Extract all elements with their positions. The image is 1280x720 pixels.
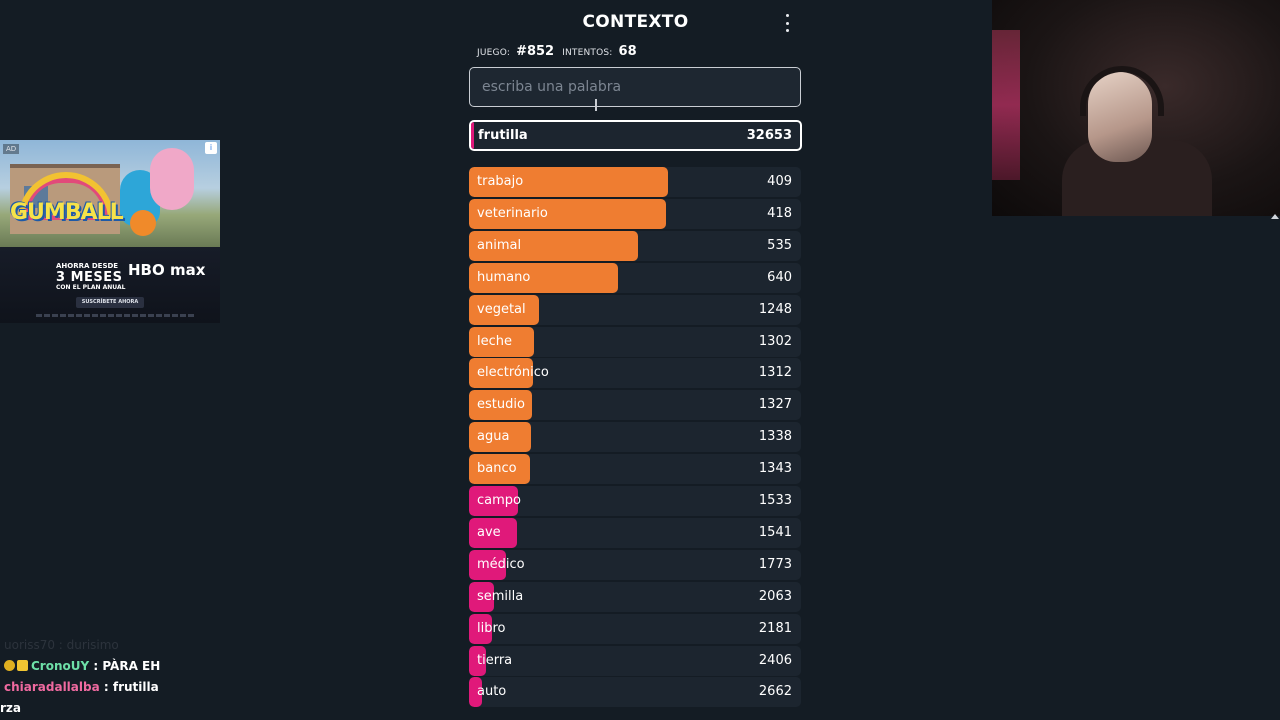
game-number-value: #852	[516, 44, 555, 59]
attempts-value: 68	[618, 44, 637, 59]
guess-word: electrónico	[477, 365, 549, 380]
guess-row: vegetal 1248	[469, 295, 801, 325]
ad-character-darwin	[130, 210, 156, 236]
guess-word: humano	[477, 270, 531, 285]
ad-promo-line3: CON EL PLAN ANUAL	[56, 284, 126, 291]
guess-word: campo	[477, 493, 521, 508]
guess-word: vegetal	[477, 302, 526, 317]
attempts-label: INTENTOS:	[562, 48, 613, 58]
guess-distance: 1533	[758, 493, 792, 508]
game-number-label: JUEGO:	[477, 48, 511, 58]
chat-text: frutilla	[112, 680, 159, 694]
guess-word: veterinario	[477, 206, 548, 221]
guess-distance: 1541	[758, 525, 792, 540]
chat-badge-icon	[4, 660, 15, 671]
webcam-background-light	[992, 30, 1020, 180]
text-cursor-icon	[595, 99, 597, 111]
guess-word: estudio	[477, 397, 525, 412]
chat-message: chiaradallalba : frutilla	[4, 680, 159, 694]
guess-row: banco 1343	[469, 454, 801, 484]
guess-word: libro	[477, 621, 506, 636]
guess-word: banco	[477, 461, 517, 476]
ad-badge: AD	[3, 144, 20, 154]
game-panel: CONTEXTO JUEGO: #852 INTENTOS: 68 frutil…	[469, 0, 802, 720]
scrollbar-up-arrow-icon[interactable]	[1271, 214, 1279, 219]
guess-distance: 1312	[758, 365, 792, 380]
guess-distance: 535	[767, 238, 792, 253]
guess-distance: 1327	[758, 397, 792, 412]
page-title: CONTEXTO	[582, 12, 689, 32]
current-guess-row: frutilla 32653	[469, 120, 802, 151]
guess-row: animal 535	[469, 231, 801, 261]
guess-row: trabajo 409	[469, 167, 801, 197]
guess-row: leche 1302	[469, 327, 801, 357]
chat-message-partial: rza	[0, 701, 21, 715]
guess-distance: 1248	[758, 302, 792, 317]
guess-row: ave 1541	[469, 518, 801, 548]
guess-row: campo 1533	[469, 486, 801, 516]
guess-distance: 640	[767, 270, 792, 285]
guess-word: semilla	[477, 589, 524, 604]
guess-row: auto 2662	[469, 677, 801, 707]
ad-show-logo: GUMBALL	[10, 200, 124, 225]
headset-icon	[1080, 66, 1164, 116]
ad-promo-line2: 3 MESES	[56, 270, 123, 285]
ad-banner[interactable]: GUMBALL AD i AHORRA DESDE 3 MESES CON EL…	[0, 140, 220, 323]
guess-word: trabajo	[477, 174, 524, 189]
ad-brand-logo: HBO max	[128, 261, 206, 279]
guess-row: humano 640	[469, 263, 801, 293]
guess-row: médico 1773	[469, 550, 801, 580]
guess-distance: 409	[767, 174, 792, 189]
guess-distance: 1338	[758, 429, 792, 444]
guess-distance: 418	[767, 206, 792, 221]
word-input[interactable]	[469, 67, 801, 107]
current-guess-distance: 32653	[746, 128, 792, 143]
guess-distance: 1302	[758, 334, 792, 349]
ad-info-icon[interactable]: i	[205, 142, 217, 154]
crown-icon	[17, 660, 28, 671]
game-stats: JUEGO: #852 INTENTOS: 68	[477, 44, 639, 59]
guess-row: libro 2181	[469, 614, 801, 644]
guess-word: auto	[477, 684, 507, 699]
chat-overlay: uoriss70 : durisimo CronoUY : PÀRA EH ch…	[0, 636, 300, 720]
guess-distance: 2063	[758, 589, 792, 604]
guess-row: electrónico 1312	[469, 358, 801, 388]
webcam-feed	[992, 0, 1280, 216]
guess-word: agua	[477, 429, 510, 444]
chat-username: CronoUY	[31, 659, 90, 673]
guess-row: veterinario 418	[469, 199, 801, 229]
guess-row: semilla 2063	[469, 582, 801, 612]
guess-row: tierra 2406	[469, 646, 801, 676]
chat-text: PÀRA EH	[102, 659, 161, 673]
game-header: CONTEXTO	[469, 0, 802, 46]
guess-word: animal	[477, 238, 522, 253]
guess-row: agua 1338	[469, 422, 801, 452]
ad-fine-print	[36, 314, 196, 317]
ad-image: GUMBALL AD i	[0, 140, 220, 247]
guess-distance: 2181	[758, 621, 792, 636]
guess-word: tierra	[477, 653, 513, 668]
guess-word: médico	[477, 557, 525, 572]
ad-promo-line1: AHORRA DESDE	[56, 262, 119, 270]
guess-distance: 2662	[758, 684, 792, 699]
guess-word: leche	[477, 334, 512, 349]
chat-username: chiaradallalba	[4, 680, 100, 694]
ad-character-mother	[150, 148, 194, 210]
ad-subscribe-button[interactable]: SUSCRÍBETE AHORA	[76, 297, 144, 308]
guess-distance: 1343	[758, 461, 792, 476]
guess-word: ave	[477, 525, 501, 540]
guess-row: estudio 1327	[469, 390, 801, 420]
chat-message: CronoUY : PÀRA EH	[4, 659, 160, 673]
more-vertical-icon[interactable]	[782, 14, 792, 32]
chat-message-faded: uoriss70 : durisimo	[4, 638, 119, 652]
guess-distance: 1773	[758, 557, 792, 572]
guess-distance: 2406	[758, 653, 792, 668]
current-guess-bar	[471, 122, 474, 149]
current-guess-word: frutilla	[478, 128, 528, 143]
